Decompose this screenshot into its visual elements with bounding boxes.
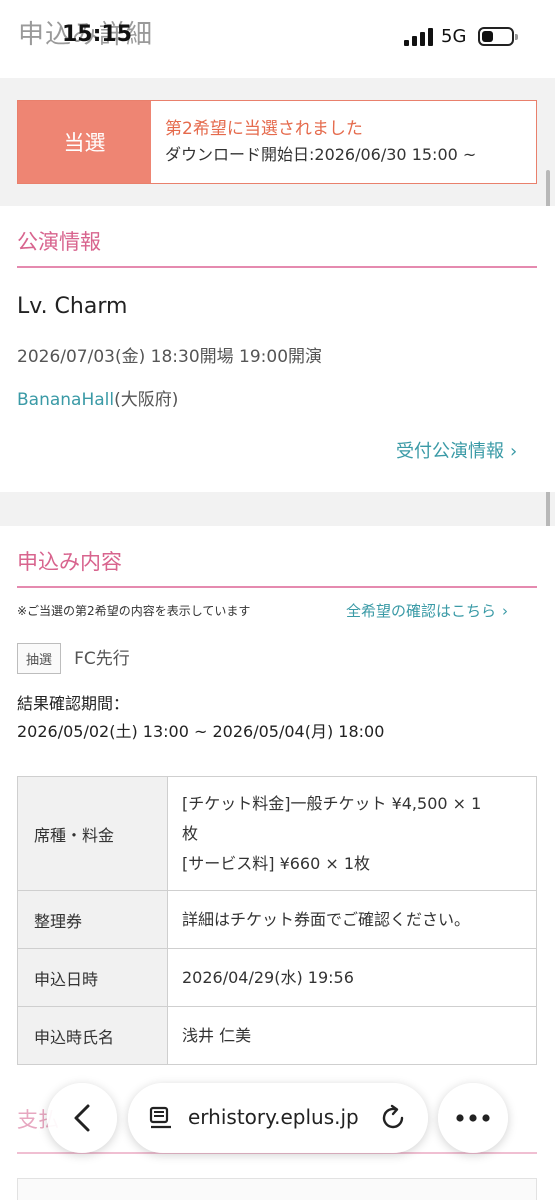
url-text: erhistory.eplus.jp [188, 1105, 359, 1129]
seat-value: [チケット料金]一般チケット ¥4,500 × 1 枚 [サービス料] ¥660… [167, 776, 537, 891]
lottery-tag: 抽選 [17, 643, 62, 674]
chevron-right-icon: › [502, 602, 509, 620]
chevron-left-icon [74, 1104, 90, 1132]
all-preferences-link[interactable]: 全希望の確認はこちら › [346, 600, 508, 621]
chevron-right-icon: › [510, 441, 518, 462]
table-row: 申込時氏名 浅井 仁美 [17, 1006, 537, 1065]
venue-link[interactable]: BananaHall [17, 390, 114, 410]
application-detail-table: 席種・料金 [チケット料金]一般チケット ¥4,500 × 1 枚 [サービス料… [17, 776, 537, 1065]
performance-heading: 公演情報 [17, 226, 537, 268]
application-heading: 申込み内容 [17, 546, 537, 588]
payment-box [17, 1178, 537, 1200]
lottery-row: 抽選 FC先行 [17, 643, 130, 674]
result-title: 第2希望に当選されました [165, 119, 363, 139]
venue-prefecture: (大阪府) [114, 390, 179, 410]
ticket-label: 整理券 [17, 890, 168, 949]
result-banner: 当選 第2希望に当選されました ダウンロード開始日:2026/06/30 15:… [17, 100, 537, 184]
performance-name: Lv. Charm [17, 294, 128, 319]
status-bar: 申込み詳細 15:15 5G [0, 0, 555, 78]
battery-icon [478, 27, 518, 46]
sale-type: FC先行 [74, 649, 130, 669]
date-value: 2026/04/29(水) 19:56 [167, 948, 537, 1007]
table-row: 申込日時 2026/04/29(水) 19:56 [17, 948, 537, 1007]
seat-line-1: [チケット料金]一般チケット ¥4,500 × 1 [182, 793, 482, 813]
performance-datetime: 2026/07/03(金) 18:30開場 19:00開演 [17, 347, 323, 367]
more-button[interactable] [438, 1083, 508, 1153]
signal-icon [404, 28, 434, 46]
reception-info-link[interactable]: 受付公演情報 › [396, 437, 517, 463]
name-value: 浅井 仁美 [167, 1006, 537, 1065]
reception-info-label: 受付公演情報 [396, 441, 504, 462]
address-bar[interactable]: erhistory.eplus.jp [128, 1083, 428, 1153]
network-label: 5G [441, 26, 467, 47]
all-preferences-label: 全希望の確認はこちら [346, 602, 497, 620]
ticket-value: 詳細はチケット券面でご確認ください。 [167, 890, 537, 949]
result-period: 2026/05/02(土) 13:00 ~ 2026/05/04(月) 18:0… [17, 722, 385, 741]
performance-card: 公演情報 Lv. Charm 2026/07/03(金) 18:30開場 19:… [0, 206, 555, 492]
period-label: 結果確認期間： [17, 694, 130, 713]
back-button[interactable] [47, 1083, 117, 1153]
clock: 15:15 [62, 22, 133, 47]
table-row: 整理券 詳細はチケット券面でご確認ください。 [17, 890, 537, 949]
reader-icon [149, 1106, 171, 1129]
seat-line-2: 枚 [182, 823, 199, 843]
date-label: 申込日時 [17, 948, 168, 1007]
seat-label: 席種・料金 [17, 776, 168, 891]
seat-line-3: [サービス料] ¥660 × 1枚 [182, 853, 371, 873]
more-icon [456, 1114, 490, 1122]
table-row: 席種・料金 [チケット料金]一般チケット ¥4,500 × 1 枚 [サービス料… [17, 776, 537, 891]
download-date: ダウンロード開始日:2026/06/30 15:00 ~ [165, 145, 477, 164]
result-badge: 当選 [18, 101, 151, 183]
reload-icon[interactable] [380, 1104, 408, 1132]
venue: BananaHall(大阪府) [17, 385, 178, 410]
display-note: ※ご当選の第2希望の内容を表示しています [17, 604, 251, 618]
name-label: 申込時氏名 [17, 1006, 168, 1065]
